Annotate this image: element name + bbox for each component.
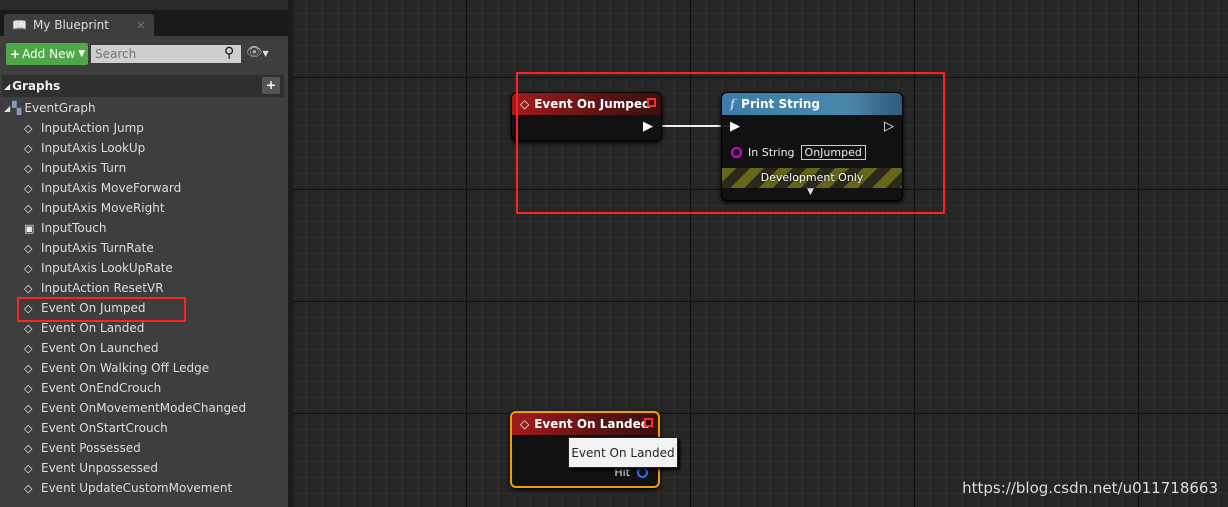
tooltip: Event On Landed (568, 437, 678, 468)
delegate-pin-icon[interactable] (644, 418, 653, 427)
event-diamond-icon: ◇ (520, 417, 530, 431)
node-title: Event On Landed (534, 417, 650, 431)
struct-pin-icon[interactable] (637, 467, 648, 478)
tooltip-text: Event On Landed (571, 445, 675, 460)
watermark: https://blog.csdn.net/u011718663 (962, 479, 1218, 497)
highlight-box (516, 72, 945, 214)
